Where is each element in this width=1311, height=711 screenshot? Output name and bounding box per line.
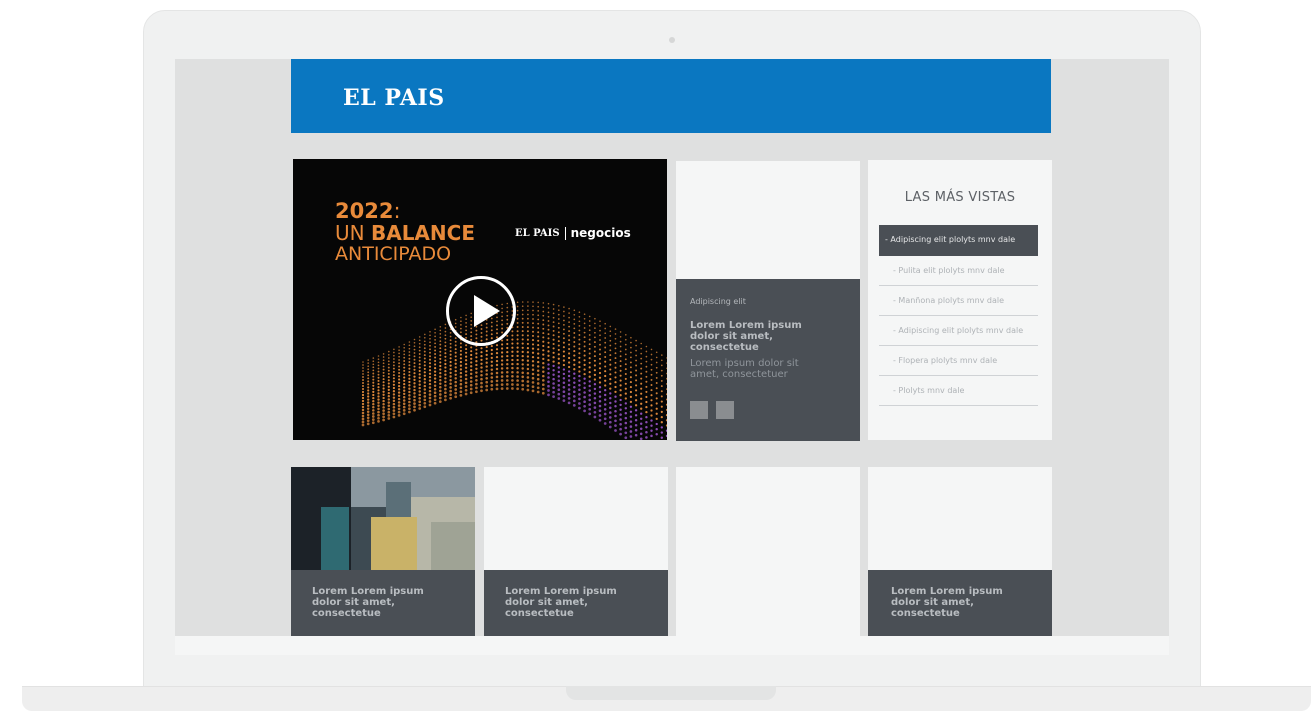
feature-card[interactable]: Adipiscing elit Lorem Lorem ipsum dolor … xyxy=(676,161,860,441)
feature-card-caption: Adipiscing elit Lorem Lorem ipsum dolor … xyxy=(676,279,860,441)
laptop-screen: EL PAIS 2022: UN BALANCE ANTICIPADO EL P… xyxy=(175,59,1169,655)
most-viewed-item[interactable]: - Adipiscing elit plolyts mnv dale xyxy=(879,316,1038,346)
most-viewed-list: - Adipiscing elit plolyts mnv dale - Pul… xyxy=(879,225,1038,406)
headline-line-2: UN BALANCE xyxy=(335,223,475,244)
bottom-card-2[interactable]: Lorem Lorem ipsum dolor sit amet, consec… xyxy=(484,467,668,636)
headline-line-3: ANTICIPADO xyxy=(335,243,452,265)
bottom-card-1[interactable]: Lorem Lorem ipsum dolor sit amet, consec… xyxy=(291,467,475,636)
most-viewed-item[interactable]: - Adipiscing elit plolyts mnv dale xyxy=(879,225,1038,256)
headline-balance: BALANCE xyxy=(370,221,475,245)
video-brand-logo: EL PAIS xyxy=(515,227,560,239)
video-headline: 2022: UN BALANCE ANTICIPADO xyxy=(335,201,475,265)
brand-separator xyxy=(564,226,566,240)
most-viewed-item[interactable]: - Flopera plolyts mnv dale xyxy=(879,346,1038,376)
bottom-card-4[interactable]: Lorem Lorem ipsum dolor sit amet, consec… xyxy=(868,467,1052,636)
most-viewed-panel: LAS MÁS VISTAS - Adipiscing elit plolyts… xyxy=(868,160,1052,440)
most-viewed-item[interactable]: - Pulita elit plolyts mnv dale xyxy=(879,256,1038,286)
feature-card-kicker: Adipiscing elit xyxy=(690,297,746,306)
camera-dot xyxy=(669,37,675,43)
bottom-card-1-caption: Lorem Lorem ipsum dolor sit amet, consec… xyxy=(291,570,475,636)
headline-colon: : xyxy=(393,199,401,223)
bottom-card-1-image xyxy=(291,467,475,570)
most-viewed-item[interactable]: - Manñona plolyts mnv dale xyxy=(879,286,1038,316)
site-logo[interactable]: EL PAIS xyxy=(343,85,445,111)
screen-bottom-strip xyxy=(175,636,1169,655)
video-brand: EL PAIS negocios xyxy=(515,226,631,240)
play-icon xyxy=(474,295,500,327)
most-viewed-title: LAS MÁS VISTAS xyxy=(904,190,1016,205)
play-button[interactable] xyxy=(446,276,516,346)
share-button-1[interactable] xyxy=(690,401,708,419)
video-tile[interactable]: 2022: UN BALANCE ANTICIPADO EL PAIS nego… xyxy=(293,159,667,440)
headline-year: 2022 xyxy=(335,199,394,223)
headline-un: UN xyxy=(335,221,371,245)
bottom-card-1-title[interactable]: Lorem Lorem ipsum dolor sit amet, consec… xyxy=(312,586,452,619)
laptop-base-notch xyxy=(566,686,776,700)
feature-card-title[interactable]: Lorem Lorem ipsum dolor sit amet, consec… xyxy=(690,320,830,353)
bottom-card-3[interactable] xyxy=(676,467,860,636)
site-header: EL PAIS xyxy=(291,59,1051,133)
bottom-card-2-title[interactable]: Lorem Lorem ipsum dolor sit amet, consec… xyxy=(505,586,645,619)
share-button-2[interactable] xyxy=(716,401,734,419)
bottom-card-4-title[interactable]: Lorem Lorem ipsum dolor sit amet, consec… xyxy=(891,586,1031,619)
bottom-card-2-caption: Lorem Lorem ipsum dolor sit amet, consec… xyxy=(484,570,668,636)
feature-card-description: Lorem ipsum dolor sit amet, consectetuer xyxy=(690,358,799,380)
bottom-card-4-caption: Lorem Lorem ipsum dolor sit amet, consec… xyxy=(868,570,1052,636)
video-brand-section: negocios xyxy=(570,226,631,240)
most-viewed-item[interactable]: - Plolyts mnv dale xyxy=(879,376,1038,406)
